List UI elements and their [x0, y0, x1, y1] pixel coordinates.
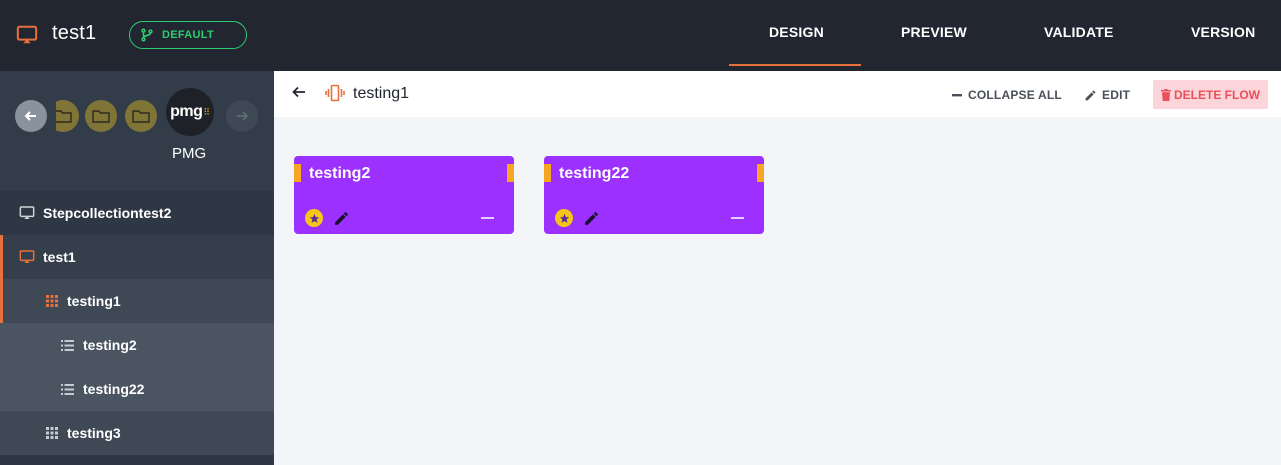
tree-item-label: testing3: [67, 425, 121, 441]
minus-icon: [952, 94, 962, 97]
branch-badge[interactable]: DEFAULT: [129, 21, 247, 49]
arrow-right-icon: [237, 111, 249, 121]
tree-item-label: testing22: [83, 381, 145, 397]
folder-icon: [132, 110, 150, 123]
tree-item-testing2[interactable]: testing2: [0, 323, 274, 367]
tree-item-label: testing2: [83, 337, 137, 353]
folder-button[interactable]: [85, 100, 117, 132]
tree-item-test1[interactable]: test1: [0, 235, 274, 279]
app-title: test1: [52, 22, 97, 44]
flow-title: testing1: [353, 85, 410, 102]
grid-icon: [46, 295, 58, 307]
folder-button[interactable]: [56, 100, 79, 132]
list-icon: [61, 383, 74, 395]
tab-validate[interactable]: VALIDATE: [1044, 24, 1114, 40]
list-icon: [61, 339, 74, 351]
git-branch-icon: [141, 28, 153, 42]
tab-version[interactable]: VERSION: [1191, 24, 1255, 40]
pencil-icon[interactable]: [333, 210, 350, 227]
tab-design[interactable]: DESIGN: [769, 24, 824, 40]
tree-item-stepcollectiontest2[interactable]: Stepcollectiontest2: [0, 191, 274, 235]
arrow-left-icon[interactable]: [292, 85, 306, 99]
content-header: testing1 COLLAPSE ALL EDIT DELETE FLOW: [274, 71, 1281, 117]
branch-label: DEFAULT: [162, 29, 215, 41]
workspace-label: PMG: [172, 145, 207, 162]
tree-item-testing3[interactable]: testing3: [0, 411, 274, 455]
monitor-icon: [16, 25, 38, 44]
card-title: testing2: [309, 165, 371, 182]
workspace-avatar[interactable]: pmg ⠿: [166, 88, 214, 136]
folder-icon: [56, 110, 72, 123]
tree-item-label: Stepcollectiontest2: [43, 205, 172, 221]
collapse-icon[interactable]: [731, 217, 744, 219]
edit-button[interactable]: EDIT: [1084, 88, 1130, 102]
sidebar: pmg ⠿ PMG Stepcollectiontest2 test1 test…: [0, 71, 274, 465]
active-tab-indicator: [729, 64, 861, 66]
forward-button[interactable]: [226, 100, 258, 132]
back-button[interactable]: [15, 100, 47, 132]
sidebar-footer: [0, 455, 274, 465]
card-connector-left: [294, 164, 301, 182]
collapse-icon[interactable]: [481, 217, 494, 219]
pencil-icon[interactable]: [583, 210, 600, 227]
tree-item-label: test1: [43, 249, 76, 265]
monitor-icon: [19, 250, 35, 263]
step-card[interactable]: testing2: [294, 156, 514, 234]
trash-icon: [1161, 88, 1171, 101]
delete-flow-button[interactable]: DELETE FLOW: [1153, 80, 1268, 109]
folder-button[interactable]: [125, 100, 157, 132]
edit-label: EDIT: [1102, 88, 1131, 102]
active-indicator: [0, 235, 3, 279]
workspace-switcher: pmg ⠿ PMG: [0, 71, 274, 191]
tree-item-label: testing1: [67, 293, 121, 309]
card-connector-right: [757, 164, 764, 182]
monitor-icon: [19, 206, 35, 219]
delete-flow-label: DELETE FLOW: [1174, 87, 1260, 102]
workspace-logo: pmg: [170, 103, 203, 120]
card-title: testing22: [559, 165, 630, 182]
arrow-left-icon: [24, 111, 36, 121]
vibrate-icon: [325, 84, 345, 102]
tab-preview[interactable]: PREVIEW: [901, 24, 967, 40]
grid-icon: [46, 427, 58, 439]
collapse-all-button[interactable]: COLLAPSE ALL: [951, 88, 1062, 102]
tree-item-testing1[interactable]: testing1: [0, 279, 274, 323]
card-connector-left: [544, 164, 551, 182]
active-indicator: [0, 279, 3, 323]
step-card[interactable]: testing22: [544, 156, 764, 234]
folder-icon: [92, 110, 110, 123]
tree-item-testing22[interactable]: testing22: [0, 367, 274, 411]
star-icon[interactable]: [305, 209, 323, 227]
card-connector-right: [507, 164, 514, 182]
pencil-icon: [1085, 90, 1096, 100]
logo-dots-icon: ⠿: [203, 106, 210, 117]
star-icon[interactable]: [555, 209, 573, 227]
collapse-all-label: COLLAPSE ALL: [968, 88, 1062, 102]
top-bar: test1 DEFAULT DESIGN PREVIEW VALIDATE VE…: [0, 0, 1281, 71]
